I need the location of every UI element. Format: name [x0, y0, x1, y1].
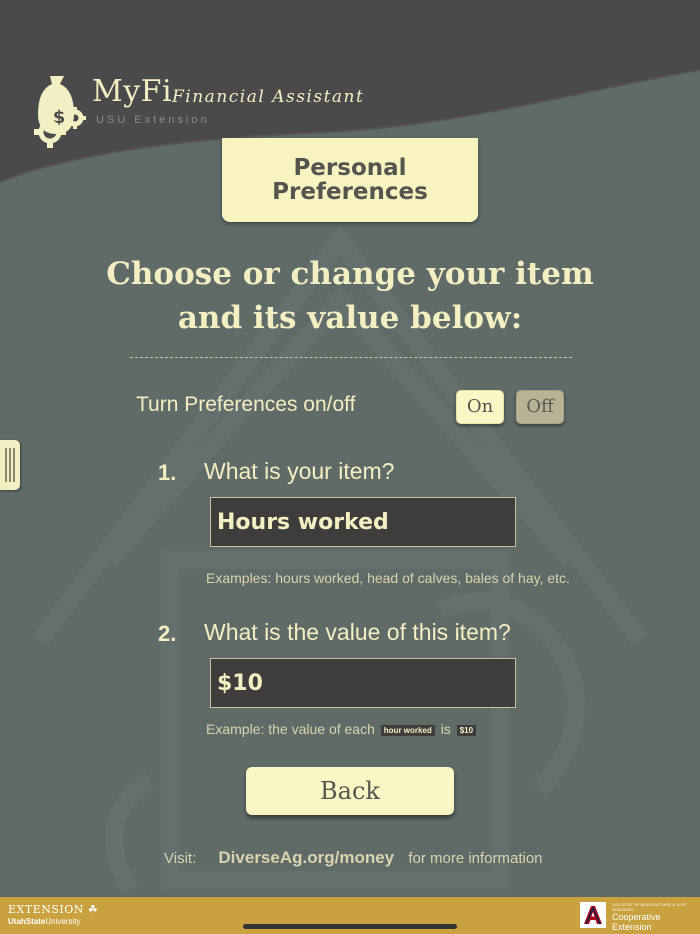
usu-name-bold: UtahState [8, 917, 46, 926]
handle-line [13, 448, 15, 482]
question1-hint: Examples: hours worked, head of calves, … [206, 570, 570, 586]
page-heading: Choose or change your item and its value… [60, 252, 640, 340]
cooperative-extension-label: COLLEGE OF AGRICULTURE & LIFE SCIENCES C… [612, 902, 700, 932]
hint-value-chip: $10 [456, 724, 477, 736]
usu-name-rest: University [45, 917, 81, 926]
org-label: USU Extension [96, 114, 210, 126]
home-indicator [243, 924, 457, 929]
question2-hint-prefix: Example: the value of each [206, 721, 375, 737]
diverseag-link[interactable]: DiverseAg.org/money [218, 848, 394, 867]
handle-line [5, 448, 7, 482]
handle-line [9, 448, 11, 482]
section-title-card: Personal Preferences [222, 138, 478, 222]
visit-suffix: for more information [408, 850, 543, 867]
question2-hint: Example: the value of each hour worked i… [206, 721, 478, 737]
item-name-input[interactable] [210, 497, 516, 547]
preferences-on-button[interactable]: On [456, 390, 504, 424]
question1-number: 1. [158, 460, 177, 485]
cooperative-label: Cooperative [612, 912, 661, 922]
section-title-line2: Preferences [272, 179, 428, 205]
app-subtitle: Financial Assistant [172, 87, 365, 107]
side-drawer-handle-icon[interactable] [0, 440, 20, 490]
visit-prefix: Visit: [164, 850, 197, 867]
hint-item-chip: hour worked [380, 724, 435, 736]
question2-hint-middle: is [440, 721, 451, 737]
question1-text: What is your item? [204, 458, 395, 484]
heading-line1: Choose or change your item [106, 256, 594, 292]
visit-line: Visit: DiverseAg.org/money for more info… [164, 848, 543, 868]
dashed-divider [130, 357, 572, 358]
preferences-toggle-label: Turn Preferences on/off [136, 393, 356, 416]
preferences-off-button[interactable]: Off [516, 390, 564, 424]
question2-text: What is the value of this item? [204, 619, 511, 645]
app-name: MyFi [92, 74, 173, 109]
extension-label-right: Extension [612, 922, 652, 932]
section-title-line1: Personal [293, 155, 407, 181]
four-h-clover-icon: ☘ [87, 903, 99, 916]
usu-extension-logo: Extension ☘ [8, 903, 98, 916]
university-of-arizona-logo-icon [580, 902, 606, 928]
item-value-input[interactable] [210, 658, 516, 708]
heading-line2: and its value below: [177, 300, 523, 336]
usu-name: UtahStateUniversity [8, 917, 80, 926]
back-button[interactable]: Back [246, 767, 454, 815]
college-label: COLLEGE OF AGRICULTURE & LIFE SCIENCES [612, 902, 686, 912]
extension-label: Extension [8, 903, 84, 916]
question2-number: 2. [158, 621, 177, 646]
